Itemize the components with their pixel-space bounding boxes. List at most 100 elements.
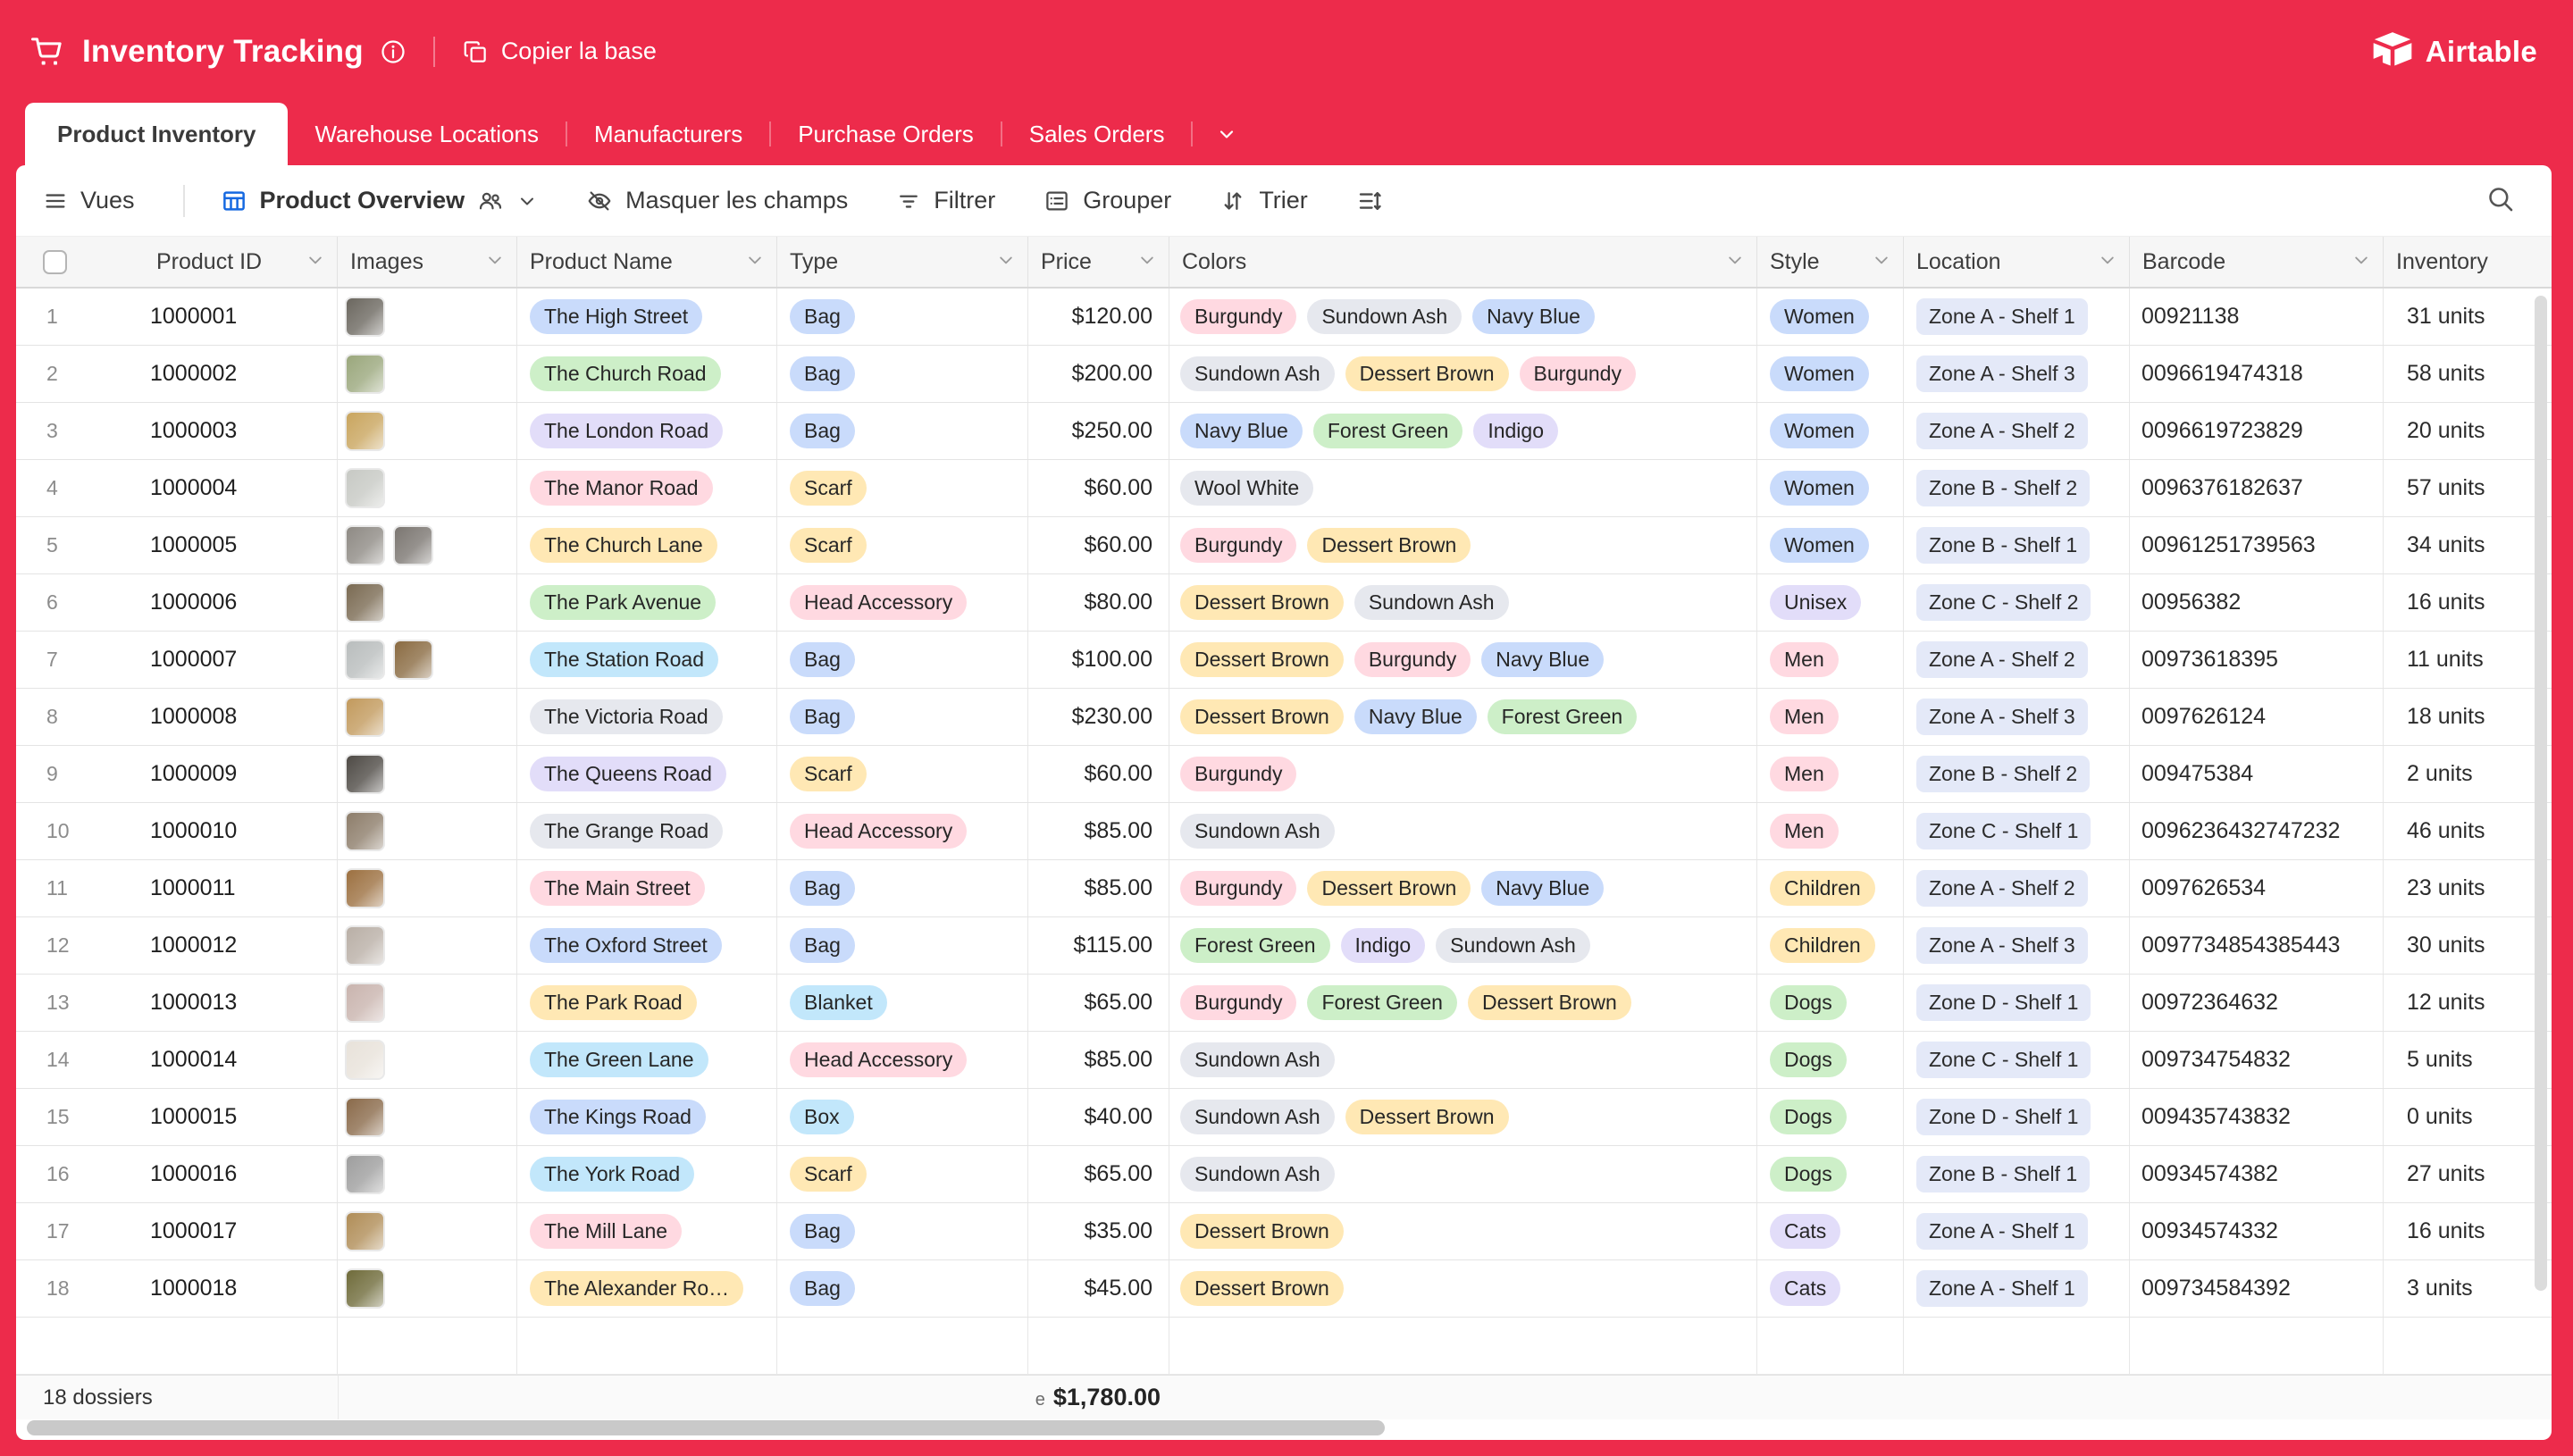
image-thumbnail[interactable]: [345, 1040, 385, 1080]
images-cell[interactable]: [338, 460, 517, 516]
table-row[interactable]: 12 1000012 The Oxford Street Bag $115.00…: [16, 917, 2552, 975]
images-cell[interactable]: [338, 1260, 517, 1317]
tab-purchase-orders[interactable]: Purchase Orders: [771, 103, 1001, 165]
images-cell[interactable]: [338, 803, 517, 859]
images-cell[interactable]: [338, 1032, 517, 1088]
group-button[interactable]: Grouper: [1043, 187, 1171, 214]
images-cell[interactable]: [338, 574, 517, 631]
image-thumbnail[interactable]: [393, 525, 433, 565]
table-row[interactable]: 9 1000009 The Queens Road Scarf $60.00 B…: [16, 746, 2552, 803]
column-chevron-icon[interactable]: [2099, 249, 2116, 275]
column-chevron-icon[interactable]: [746, 249, 764, 275]
vertical-scrollbar[interactable]: [2535, 296, 2547, 1291]
more-tables-chevron-icon[interactable]: [1193, 103, 1261, 165]
table-row[interactable]: 15 1000015 The Kings Road Box $40.00 Sun…: [16, 1089, 2552, 1146]
image-thumbnail[interactable]: [345, 1211, 385, 1251]
airtable-logo[interactable]: Airtable: [2372, 31, 2537, 71]
search-button[interactable]: [2485, 184, 2516, 217]
column-header-barcode[interactable]: Barcode: [2130, 237, 2384, 287]
image-thumbnail[interactable]: [345, 354, 385, 394]
image-thumbnail[interactable]: [345, 697, 385, 737]
images-cell[interactable]: [338, 917, 517, 974]
image-thumbnail[interactable]: [345, 468, 385, 508]
image-thumbnail[interactable]: [345, 868, 385, 908]
table-row[interactable]: 10 1000010 The Grange Road Head Accessor…: [16, 803, 2552, 860]
column-header-colors[interactable]: Colors: [1169, 237, 1757, 287]
info-icon[interactable]: [380, 38, 406, 65]
column-header-style[interactable]: Style: [1757, 237, 1904, 287]
column-header-product-id[interactable]: Product ID: [16, 237, 338, 287]
images-cell[interactable]: [338, 975, 517, 1031]
tab-sales-orders[interactable]: Sales Orders: [1002, 103, 1192, 165]
row-height-button[interactable]: [1356, 188, 1383, 214]
table-row[interactable]: 3 1000003 The London Road Bag $250.00 Na…: [16, 403, 2552, 460]
image-thumbnail[interactable]: [345, 297, 385, 337]
images-cell[interactable]: [338, 346, 517, 402]
table-row[interactable]: 7 1000007 The Station Road Bag $100.00 D…: [16, 632, 2552, 689]
copy-base-button[interactable]: Copier la base: [462, 38, 657, 65]
column-header-inventory[interactable]: Inventory: [2384, 237, 2552, 287]
images-cell[interactable]: [338, 632, 517, 688]
row-number: 6: [46, 590, 150, 615]
horizontal-scrollbar[interactable]: [27, 1420, 1385, 1435]
images-cell[interactable]: [338, 1146, 517, 1202]
column-chevron-icon[interactable]: [1873, 249, 1890, 275]
images-cell[interactable]: [338, 1203, 517, 1259]
hide-fields-button[interactable]: Masquer les champs: [586, 187, 848, 214]
column-header-type[interactable]: Type: [777, 237, 1028, 287]
image-thumbnail[interactable]: [345, 640, 385, 680]
table-row[interactable]: 17 1000017 The Mill Lane Bag $35.00 Dess…: [16, 1203, 2552, 1260]
images-cell[interactable]: [338, 1089, 517, 1145]
column-chevron-icon[interactable]: [486, 249, 504, 275]
image-thumbnail[interactable]: [345, 1097, 385, 1137]
tab-manufacturers[interactable]: Manufacturers: [567, 103, 769, 165]
table-row[interactable]: 2 1000002 The Church Road Bag $200.00 Su…: [16, 346, 2552, 403]
table-row[interactable]: 14 1000014 The Green Lane Head Accessory…: [16, 1032, 2552, 1089]
tab-warehouse-locations[interactable]: Warehouse Locations: [288, 103, 566, 165]
image-thumbnail[interactable]: [345, 983, 385, 1023]
image-thumbnail[interactable]: [345, 925, 385, 966]
column-chevron-icon[interactable]: [306, 249, 324, 275]
id-cell: 14 1000014: [16, 1032, 338, 1088]
column-header-location[interactable]: Location: [1904, 237, 2130, 287]
table-row[interactable]: 1 1000001 The High Street Bag $120.00 Bu…: [16, 289, 2552, 346]
filter-button[interactable]: Filtrer: [896, 187, 995, 214]
image-thumbnail[interactable]: [345, 1154, 385, 1194]
table-row[interactable]: 8 1000008 The Victoria Road Bag $230.00 …: [16, 689, 2552, 746]
images-cell[interactable]: [338, 517, 517, 573]
image-thumbnail[interactable]: [345, 1268, 385, 1309]
images-cell[interactable]: [338, 860, 517, 916]
column-header-images[interactable]: Images: [338, 237, 517, 287]
column-chevron-icon[interactable]: [2352, 249, 2370, 275]
images-cell[interactable]: [338, 746, 517, 802]
table-row[interactable]: 6 1000006 The Park Avenue Head Accessory…: [16, 574, 2552, 632]
column-header-product-name[interactable]: Product Name: [517, 237, 777, 287]
table-row[interactable]: 11 1000011 The Main Street Bag $85.00 Bu…: [16, 860, 2552, 917]
image-thumbnail[interactable]: [345, 525, 385, 565]
image-thumbnail[interactable]: [393, 640, 433, 680]
image-thumbnail[interactable]: [345, 811, 385, 851]
images-cell[interactable]: [338, 403, 517, 459]
image-thumbnail[interactable]: [345, 754, 385, 794]
column-chevron-icon[interactable]: [1138, 249, 1156, 275]
tab-product-inventory[interactable]: Product Inventory: [25, 103, 288, 165]
sort-button[interactable]: Trier: [1219, 187, 1308, 214]
select-all-checkbox[interactable]: [43, 250, 67, 274]
image-thumbnail[interactable]: [345, 582, 385, 623]
images-cell[interactable]: [338, 289, 517, 345]
column-header-price[interactable]: Price: [1028, 237, 1169, 287]
price-summary[interactable]: e $1,780.00: [909, 1384, 1161, 1411]
view-switcher-button[interactable]: Product Overview: [221, 187, 539, 214]
table-row[interactable]: 4 1000004 The Manor Road Scarf $60.00 Wo…: [16, 460, 2552, 517]
column-chevron-icon[interactable]: [1726, 249, 1744, 275]
images-cell[interactable]: [338, 689, 517, 745]
table-row[interactable]: 13 1000013 The Park Road Blanket $65.00 …: [16, 975, 2552, 1032]
column-chevron-icon[interactable]: [997, 249, 1015, 275]
table-row[interactable]: 5 1000005 The Church Lane Scarf $60.00 B…: [16, 517, 2552, 574]
table-row[interactable]: 16 1000016 The York Road Scarf $65.00 Su…: [16, 1146, 2552, 1203]
image-thumbnail[interactable]: [345, 411, 385, 451]
empty-row[interactable]: [16, 1318, 2552, 1375]
color-pill: Burgundy: [1354, 642, 1471, 677]
views-button[interactable]: Vues: [43, 187, 135, 214]
table-row[interactable]: 18 1000018 The Alexander Ro… Bag $45.00 …: [16, 1260, 2552, 1318]
